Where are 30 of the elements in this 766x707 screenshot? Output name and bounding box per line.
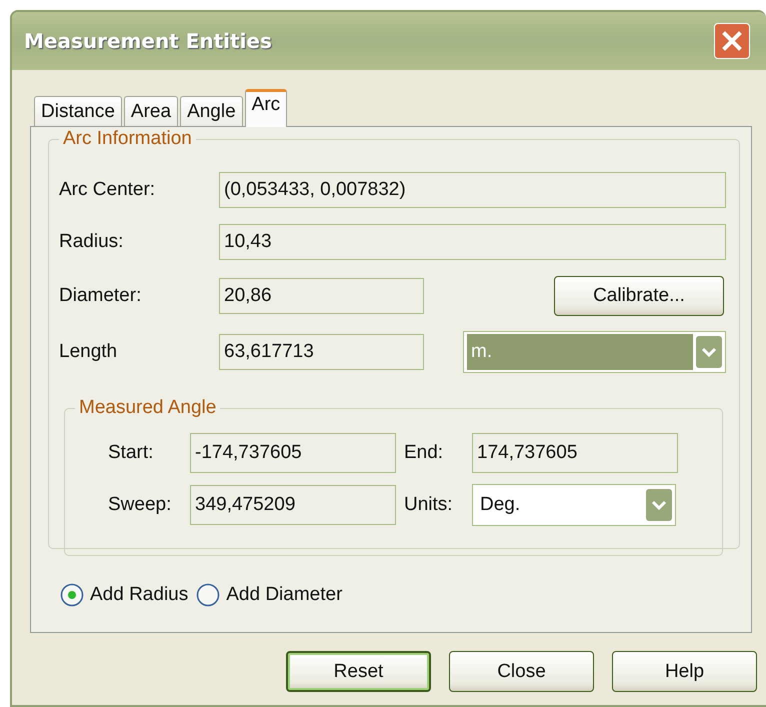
value-field[interactable]: (0,053433, 0,007832) [219, 172, 726, 208]
field-label: Length [59, 341, 118, 363]
value-field[interactable]: 174,737605 [472, 433, 678, 473]
value-field[interactable]: 20,86 [219, 278, 424, 314]
field-label: Diameter: [59, 285, 142, 307]
field-label: Start: [108, 442, 154, 464]
field-label: Radius: [59, 231, 124, 253]
value-field[interactable]: 63,617713 [219, 334, 424, 370]
dropdown-value: m. [467, 334, 693, 370]
field-label: Arc Center: [59, 179, 156, 201]
value-field[interactable]: 10,43 [219, 224, 726, 260]
field-label: End: [404, 442, 444, 464]
value-field[interactable]: 349,475209 [190, 485, 396, 525]
field-label: Sweep: [108, 494, 172, 516]
tab[interactable]: Area [124, 96, 178, 126]
dialog-button[interactable]: Close [449, 651, 594, 692]
calibrate-button[interactable]: Calibrate... [554, 276, 724, 316]
tab[interactable]: Distance [34, 96, 122, 126]
units-dropdown[interactable]: Deg. [472, 484, 676, 526]
value-field[interactable]: -174,737605 [190, 433, 396, 473]
radio-option[interactable]: Add Diameter [196, 583, 342, 607]
dialog-button[interactable]: Help [612, 651, 757, 692]
dropdown-value: Deg. [479, 493, 522, 517]
tab[interactable]: Arc [244, 89, 288, 127]
tab[interactable]: Angle [180, 96, 243, 126]
group-title: Measured Angle [75, 397, 220, 419]
field-label: Units: [404, 494, 454, 516]
dialog-button[interactable]: Reset [286, 651, 431, 692]
radio-option[interactable]: Add Radius [60, 583, 188, 607]
window-title: Measurement Entities [24, 29, 272, 53]
